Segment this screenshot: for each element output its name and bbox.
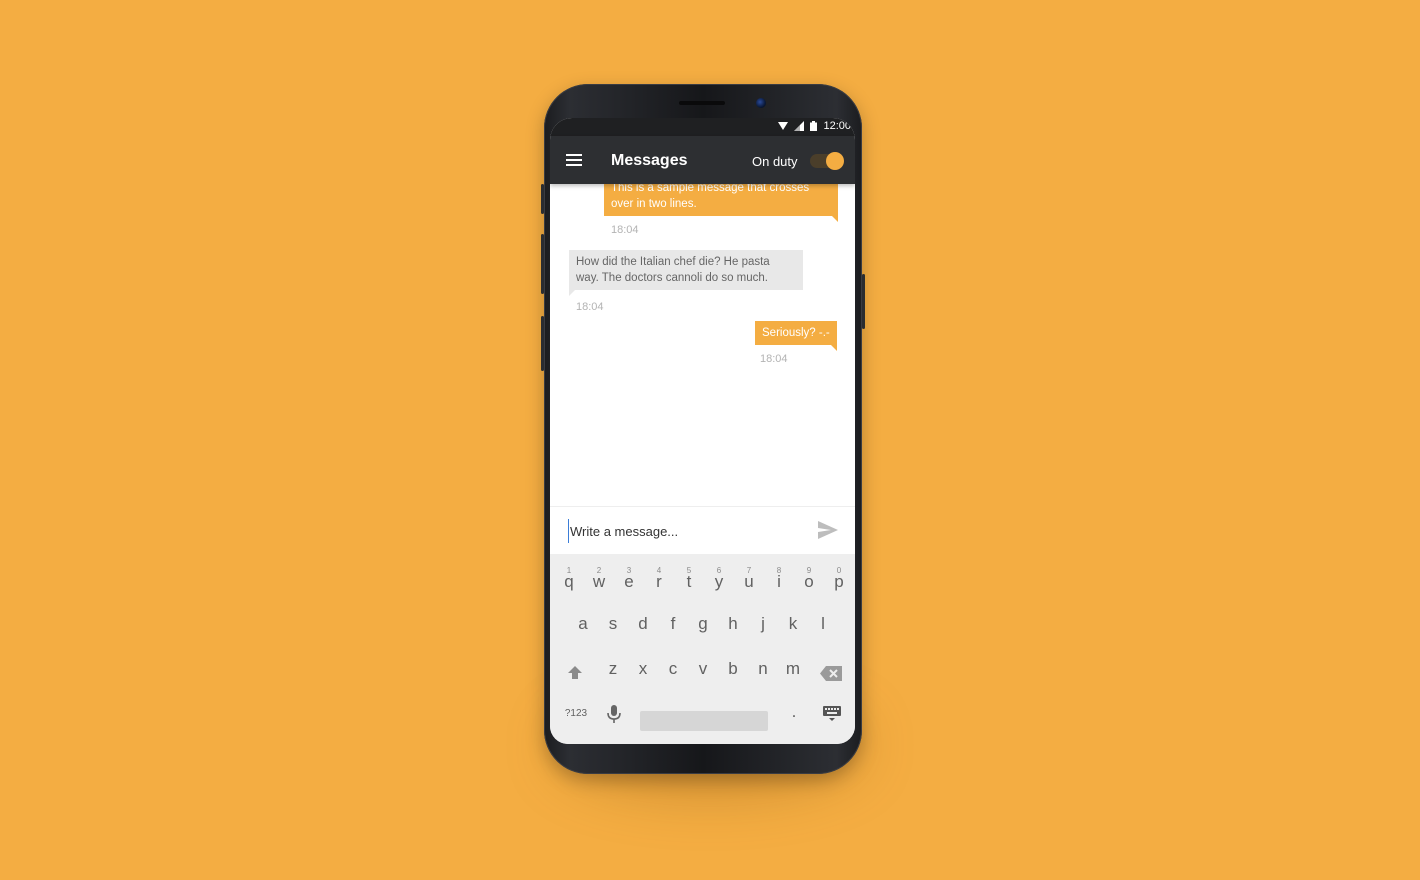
earpiece — [679, 101, 725, 105]
message-text-line: Seriously? -.- — [762, 327, 830, 339]
status-time: 12:00 — [823, 120, 851, 132]
side-button-right — [862, 274, 865, 329]
send-icon[interactable] — [818, 521, 838, 539]
side-button-left-3 — [541, 316, 544, 371]
key-q[interactable]: 1q — [555, 566, 583, 592]
menu-icon[interactable] — [566, 154, 582, 166]
message-bubble-outgoing[interactable]: Seriously? -.- — [755, 321, 837, 351]
keyboard-row-1: 1q 2w 3e 4r 5t 6y 7u 8i 9o 0p — [550, 566, 855, 608]
key-k[interactable]: k — [779, 614, 807, 634]
signal-icon — [794, 121, 805, 131]
key-y[interactable]: 6y — [705, 566, 733, 592]
key-r[interactable]: 4r — [645, 566, 673, 592]
key-t[interactable]: 5t — [675, 566, 703, 592]
key-h[interactable]: h — [719, 614, 747, 634]
status-bar: 12:00 — [550, 118, 855, 136]
message-list: This is a sample message that crosses ov… — [550, 184, 855, 506]
message-time: 18:04 — [576, 301, 604, 313]
key-o[interactable]: 9o — [795, 566, 823, 592]
key-u[interactable]: 7u — [735, 566, 763, 592]
app-bar: Messages On duty — [550, 136, 855, 184]
message-time: 18:04 — [760, 353, 788, 365]
message-bubble-outgoing[interactable]: This is a sample message that crosses ov… — [604, 184, 838, 222]
key-b[interactable]: b — [719, 659, 747, 679]
key-m[interactable]: m — [779, 659, 807, 679]
key-d[interactable]: d — [629, 614, 657, 634]
key-w[interactable]: 2w — [585, 566, 613, 592]
message-text-line: over in two lines. — [611, 198, 697, 210]
side-button-left-2 — [541, 234, 544, 294]
shift-icon[interactable] — [567, 665, 583, 681]
page-title: Messages — [611, 152, 688, 169]
key-c[interactable]: c — [659, 659, 687, 679]
mic-icon[interactable] — [607, 705, 621, 723]
keyboard-row-3: z x c v b n m — [550, 655, 855, 695]
key-z[interactable]: z — [599, 659, 627, 679]
wifi-icon — [778, 121, 789, 130]
screen: 12:00 Messages On duty This is a sample … — [550, 118, 855, 744]
key-f[interactable]: f — [659, 614, 687, 634]
key-i[interactable]: 8i — [765, 566, 793, 592]
key-e[interactable]: 3e — [615, 566, 643, 592]
key-p[interactable]: 0p — [825, 566, 853, 592]
period-key[interactable]: . — [782, 702, 806, 722]
key-s[interactable]: s — [599, 614, 627, 634]
toggle-thumb — [826, 152, 844, 170]
on-duty-toggle[interactable] — [810, 152, 844, 170]
message-text-line: How did the Italian chef die? He pasta — [576, 256, 770, 268]
key-x[interactable]: x — [629, 659, 657, 679]
phone-frame: 12:00 Messages On duty This is a sample … — [541, 84, 865, 774]
battery-icon — [810, 121, 818, 131]
soft-keyboard: 1q 2w 3e 4r 5t 6y 7u 8i 9o 0p a s d f g … — [550, 554, 855, 744]
message-composer — [550, 506, 855, 555]
message-input[interactable] — [568, 519, 800, 543]
key-n[interactable]: n — [749, 659, 777, 679]
message-text-line: This is a sample message that crosses — [611, 184, 810, 194]
key-v[interactable]: v — [689, 659, 717, 679]
message-text-line: way. The doctors cannoli do so much. — [576, 272, 768, 284]
front-camera — [756, 98, 766, 108]
space-bar[interactable] — [640, 711, 768, 731]
keyboard-row-2: a s d f g h j k l — [550, 610, 855, 650]
key-j[interactable]: j — [749, 614, 777, 634]
message-time: 18:04 — [611, 224, 639, 236]
backspace-icon[interactable] — [820, 666, 842, 681]
key-g[interactable]: g — [689, 614, 717, 634]
key-l[interactable]: l — [809, 614, 837, 634]
message-bubble-incoming[interactable]: How did the Italian chef die? He pasta w… — [569, 250, 803, 296]
symbols-key[interactable]: ?123 — [560, 708, 592, 719]
key-a[interactable]: a — [569, 614, 597, 634]
keyboard-icon[interactable] — [823, 706, 841, 722]
side-button-left-1 — [541, 184, 544, 214]
duty-label: On duty — [752, 154, 798, 169]
